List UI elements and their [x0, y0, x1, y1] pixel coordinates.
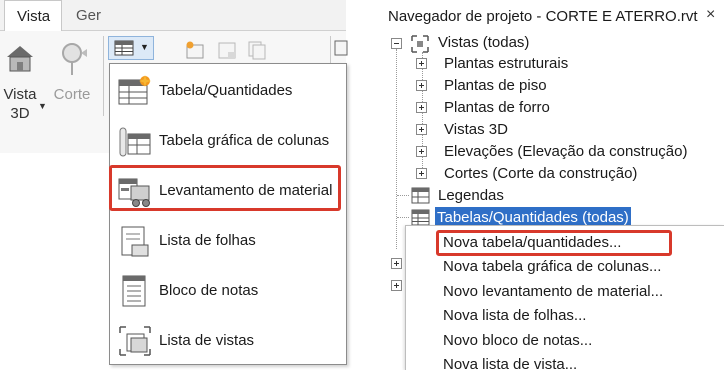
highlight-box	[109, 165, 341, 211]
close-icon[interactable]: ×	[706, 6, 715, 24]
tree-node-plantas-de-forro[interactable]: Plantas de forro	[444, 97, 550, 119]
vista-3d-dropdown-icon[interactable]: ▼	[38, 101, 47, 111]
tree-node-vistas-3d[interactable]: Vistas 3D	[444, 119, 508, 141]
expand-toggle[interactable]	[416, 80, 427, 91]
collapse-toggle[interactable]	[391, 38, 402, 49]
house-3d-icon	[7, 46, 33, 72]
graphical-column-schedule-icon	[119, 127, 151, 157]
vista-3d-label-1: Vista	[3, 86, 37, 103]
schedules-dropdown-button[interactable]: ▼	[108, 36, 154, 60]
sheet-list-icon	[121, 226, 149, 257]
tree-node-cortes[interactable]: Cortes (Corte da construção)	[444, 163, 637, 185]
tab-gerenciar[interactable]: Ger	[64, 0, 113, 31]
tree-node-plantas-de-piso[interactable]: Plantas de piso	[444, 75, 547, 97]
corte-label: Corte	[53, 86, 91, 103]
section-icon	[62, 43, 87, 75]
chevron-down-icon: ▼	[140, 42, 149, 52]
project-browser-title: Navegador de projeto - CORTE E ATERRO.rv…	[388, 8, 698, 25]
schedule-icon	[118, 75, 151, 105]
tree-line	[396, 49, 397, 249]
vista-3d-button[interactable]: Vista 3D	[0, 41, 40, 123]
menu-item-label: Lista de folhas	[159, 232, 256, 249]
new-sheet-icon[interactable]	[184, 40, 206, 60]
expand-toggle[interactable]	[416, 102, 427, 113]
table-icon	[114, 40, 134, 56]
tab-vista[interactable]: Vista	[4, 0, 62, 32]
expand-toggle[interactable]	[416, 58, 427, 69]
viewport-icon[interactable]	[334, 40, 348, 62]
tree-line	[397, 217, 409, 218]
corte-button[interactable]: Corte	[50, 41, 94, 104]
vista-3d-label-2: 3D	[10, 105, 30, 122]
ribbon-divider	[103, 36, 104, 116]
expand-toggle[interactable]	[416, 168, 427, 179]
view-list-icon	[119, 326, 151, 356]
menu-item-schedule-quantities[interactable]: Tabela/Quantidades	[110, 66, 346, 116]
expand-toggle[interactable]	[416, 124, 427, 135]
menu-item-label: Lista de vistas	[159, 332, 255, 349]
tree-line	[397, 195, 409, 196]
tree-node-vistas[interactable]: Vistas (todas)	[438, 32, 529, 54]
legend-icon	[411, 187, 430, 204]
tree-node-elevacoes[interactable]: Elevações (Elevação da construção)	[444, 141, 687, 163]
expand-toggle[interactable]	[391, 280, 402, 291]
menu-item-label: Bloco de notas	[159, 282, 259, 299]
note-block-icon	[122, 275, 146, 307]
expand-toggle[interactable]	[416, 146, 427, 157]
context-item-nova-lista-folhas[interactable]: Nova lista de folhas...	[443, 304, 586, 328]
duplicate-sheet-icon[interactable]	[246, 40, 268, 60]
schedules-menu: Tabela/Quantidades Tabela gráfica de col…	[109, 63, 347, 365]
menu-item-label: Tabela gráfica de colunas	[159, 132, 330, 149]
expand-toggle[interactable]	[391, 258, 402, 269]
context-item-novo-levantamento[interactable]: Novo levantamento de material...	[443, 280, 663, 304]
tree-node-legendas[interactable]: Legendas	[438, 185, 504, 207]
title-block-icon[interactable]	[216, 40, 238, 60]
views-icon	[411, 35, 429, 53]
ribbon-panel: Vista Ger Vista 3D ▼ Corte ▼ Tabela/Quan…	[0, 0, 358, 370]
context-item-novo-bloco-notas[interactable]: Novo bloco de notas...	[443, 329, 592, 353]
tree-node-plantas-estruturais[interactable]: Plantas estruturais	[444, 53, 568, 75]
menu-item-graphical-column-schedule[interactable]: Tabela gráfica de colunas	[110, 116, 346, 166]
ribbon-tab-bar: Vista Ger	[0, 0, 346, 32]
highlight-box	[436, 230, 672, 256]
menu-item-view-list[interactable]: Lista de vistas	[110, 316, 346, 366]
context-item-nova-lista-vista[interactable]: Nova lista de vista...	[443, 353, 577, 370]
menu-item-sheet-list[interactable]: Lista de folhas	[110, 216, 346, 266]
context-item-nova-tabela-grafica[interactable]: Nova tabela gráfica de colunas...	[443, 255, 661, 279]
menu-item-label: Tabela/Quantidades	[159, 82, 293, 99]
menu-item-note-block[interactable]: Bloco de notas	[110, 266, 346, 316]
